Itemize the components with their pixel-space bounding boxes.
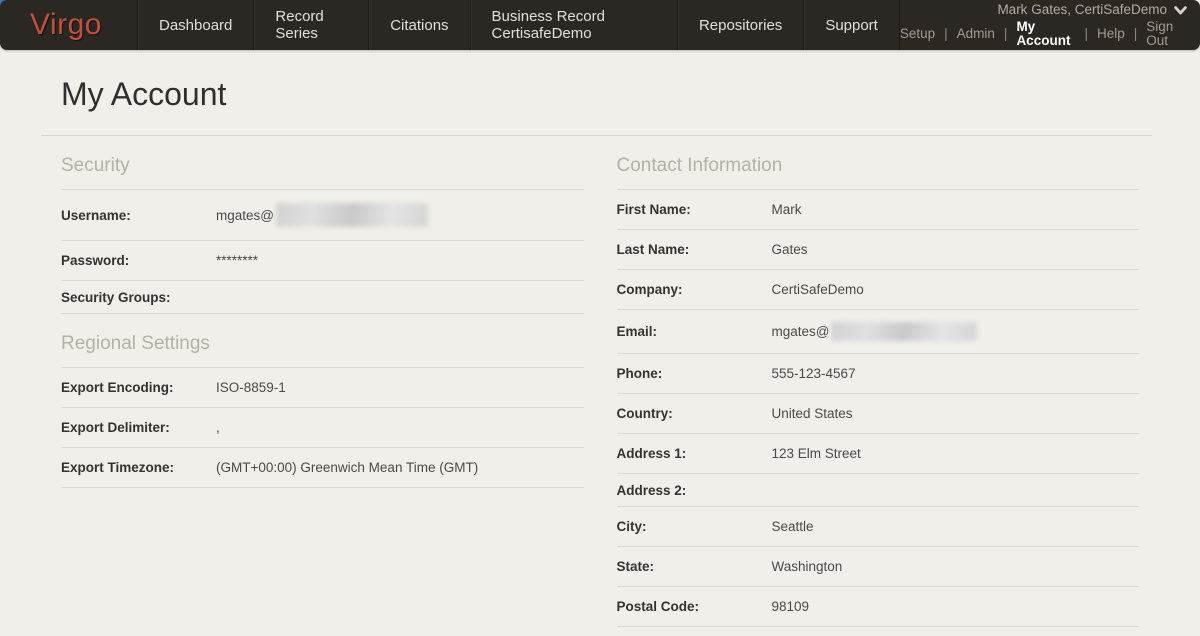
link-separator: | <box>944 27 948 41</box>
field-label: Username: <box>61 208 216 223</box>
link-my-account[interactable]: My Account <box>1016 20 1075 47</box>
field-value: ******** <box>216 253 258 268</box>
tab-support[interactable]: Support <box>803 0 900 50</box>
field-value: (GMT+00:00) Greenwich Mean Time (GMT) <box>216 460 478 475</box>
field-label: Export Encoding: <box>61 380 216 395</box>
field-row-password: Password: ******** <box>61 241 584 281</box>
field-value: ISO-8859-1 <box>216 380 286 395</box>
nav-tabs: Dashboard Record Series Citations Busine… <box>137 0 900 50</box>
field-value: Washington <box>772 559 843 574</box>
link-separator: | <box>1004 27 1008 41</box>
link-help[interactable]: Help <box>1097 27 1125 41</box>
field-label: First Name: <box>617 202 772 217</box>
field-row-security-groups: Security Groups: <box>61 281 584 314</box>
main-content: My Account Security Username: mgates@ Pa… <box>0 50 1200 627</box>
field-value: mgates@ <box>772 322 978 341</box>
field-row-export-encoding: Export Encoding: ISO-8859-1 <box>61 368 584 408</box>
link-sign-out[interactable]: Sign Out <box>1146 20 1187 47</box>
virgo-logo[interactable]: Virgo <box>0 0 137 50</box>
redacted-value-blur <box>276 203 428 227</box>
field-label: State: <box>617 559 772 574</box>
field-value: Seattle <box>772 519 814 534</box>
field-value: 98109 <box>772 599 810 614</box>
tab-repositories[interactable]: Repositories <box>677 0 803 50</box>
link-admin[interactable]: Admin <box>957 27 995 41</box>
page-title: My Account <box>61 76 1152 113</box>
link-setup[interactable]: Setup <box>900 27 935 41</box>
field-row-postal-code: Postal Code: 98109 <box>617 587 1140 627</box>
link-separator: | <box>1084 27 1088 41</box>
user-menu[interactable]: Mark Gates, CertiSafeDemo <box>997 3 1187 17</box>
field-row-export-delimiter: Export Delimiter: , <box>61 408 584 448</box>
field-row-company: Company: CertiSafeDemo <box>617 270 1140 310</box>
section-heading-contact: Contact Information <box>617 136 1140 190</box>
utility-links: Setup | Admin | My Account | Help | Sign… <box>900 20 1187 47</box>
field-value: CertiSafeDemo <box>772 282 864 297</box>
field-label: Security Groups: <box>61 290 216 305</box>
field-value: 555-123-4567 <box>772 366 856 381</box>
top-navbar: Virgo Dashboard Record Series Citations … <box>0 0 1200 50</box>
field-value: 123 Elm Street <box>772 446 861 461</box>
field-label: Country: <box>617 406 772 421</box>
user-name: Mark Gates, CertiSafeDemo <box>997 3 1167 17</box>
section-heading-security: Security <box>61 136 584 190</box>
tab-citations[interactable]: Citations <box>368 0 469 50</box>
field-row-address-2: Address 2: <box>617 474 1140 507</box>
tab-business-record[interactable]: Business Record CertisafeDemo <box>470 0 677 50</box>
field-value: mgates@ <box>216 203 428 227</box>
chevron-down-icon <box>1174 6 1187 15</box>
field-row-username: Username: mgates@ <box>61 190 584 241</box>
field-label: Password: <box>61 253 216 268</box>
field-row-phone: Phone: 555-123-4567 <box>617 354 1140 394</box>
field-label: Email: <box>617 324 772 339</box>
field-label: Address 2: <box>617 483 772 498</box>
field-label: Phone: <box>617 366 772 381</box>
field-value: , <box>216 420 220 435</box>
field-row-country: Country: United States <box>617 394 1140 434</box>
field-label: Export Timezone: <box>61 460 216 475</box>
field-value: United States <box>772 406 853 421</box>
user-area: Mark Gates, CertiSafeDemo Setup | Admin … <box>900 0 1200 50</box>
field-row-last-name: Last Name: Gates <box>617 230 1140 270</box>
account-columns: Security Username: mgates@ Password: ***… <box>48 136 1152 627</box>
field-label: Export Delimiter: <box>61 420 216 435</box>
redacted-value-blur <box>831 322 977 341</box>
field-row-first-name: First Name: Mark <box>617 190 1140 230</box>
field-row-city: City: Seattle <box>617 507 1140 547</box>
section-heading-regional: Regional Settings <box>61 314 584 368</box>
field-row-export-timezone: Export Timezone: (GMT+00:00) Greenwich M… <box>61 448 584 488</box>
right-column: Contact Information First Name: Mark Las… <box>617 136 1140 627</box>
field-label: City: <box>617 519 772 534</box>
field-label: Postal Code: <box>617 599 772 614</box>
left-column: Security Username: mgates@ Password: ***… <box>61 136 584 627</box>
field-label: Company: <box>617 282 772 297</box>
field-label: Address 1: <box>617 446 772 461</box>
field-label: Last Name: <box>617 242 772 257</box>
link-separator: | <box>1134 27 1138 41</box>
field-row-address-1: Address 1: 123 Elm Street <box>617 434 1140 474</box>
tab-dashboard[interactable]: Dashboard <box>137 0 253 50</box>
field-value: Mark <box>772 202 802 217</box>
tab-record-series[interactable]: Record Series <box>253 0 368 50</box>
field-row-email: Email: mgates@ <box>617 310 1140 354</box>
field-row-state: State: Washington <box>617 547 1140 587</box>
field-value: Gates <box>772 242 808 257</box>
